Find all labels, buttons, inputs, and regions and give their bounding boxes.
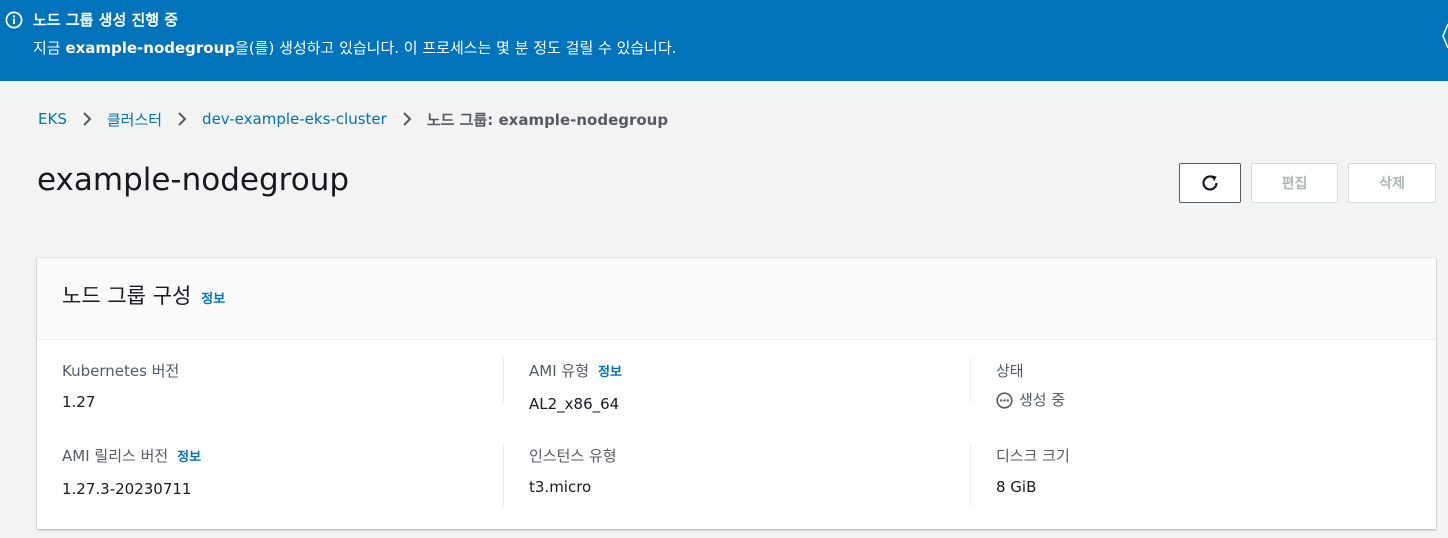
delete-button[interactable]: 삭제 [1348,163,1436,203]
flash-dismiss-edge-icon[interactable] [1442,20,1448,52]
field-ami-release-version: AMI 릴리스 버전 정보 1.27.3-20230711 [62,445,201,500]
column-divider [970,444,971,506]
breadcrumb-eks[interactable]: EKS [38,110,67,128]
field-value: AL2_x86_64 [529,395,620,413]
in-progress-icon [996,391,1013,409]
info-circle-icon [5,11,23,29]
flash-message: 지금 example-nodegroup을(를) 생성하고 있습니다. 이 프로… [33,37,677,59]
breadcrumb: EKS 클러스터 dev-example-eks-cluster 노드 그룹: … [38,108,668,130]
progress-flash-banner: 노드 그룹 생성 진행 중 지금 example-nodegroup을(를) 생… [0,0,1448,81]
field-label: 디스크 크기 [996,447,1070,465]
page-title: example-nodegroup [37,162,350,198]
flash-message-suffix: 을(를) 생성하고 있습니다. 이 프로세스는 몇 분 정도 걸릴 수 있습니다… [235,39,677,57]
panel-title-text: 노드 그룹 구성 [62,284,192,308]
field-label-text: AMI 유형 [529,362,589,380]
field-label: Kubernetes 버전 [62,362,180,380]
panel-header: 노드 그룹 구성 정보 [37,258,1436,340]
flash-message-nodegroup: example-nodegroup [65,39,236,57]
breadcrumb-clusters[interactable]: 클러스터 [107,109,162,130]
field-instance-type: 인스턴스 유형 t3.micro [529,445,617,498]
column-divider [503,358,504,402]
ami-type-info-link[interactable]: 정보 [598,362,622,384]
edit-button[interactable]: 편집 [1251,163,1338,203]
panel-title: 노드 그룹 구성 정보 [62,281,225,315]
status-text: 생성 중 [1019,391,1066,409]
chevron-right-icon [403,112,412,126]
chevron-right-icon [83,112,92,126]
field-value: t3.micro [529,478,592,496]
column-divider [970,358,971,402]
breadcrumb-cluster[interactable]: dev-example-eks-cluster [202,110,387,128]
field-label: 인스턴스 유형 [529,447,617,465]
field-kubernetes-version: Kubernetes 버전 1.27 [62,360,179,413]
refresh-icon [1202,175,1218,191]
breadcrumb-current: 노드 그룹: example-nodegroup [426,110,669,129]
ami-release-info-link[interactable]: 정보 [177,447,201,469]
field-label: AMI 유형 정보 [529,360,622,384]
field-value: 8 GiB [996,478,1037,496]
panel-info-link[interactable]: 정보 [201,285,225,315]
field-label: 상태 [996,362,1024,380]
status-badge: 생성 중 [996,389,1065,411]
flash-message-prefix: 지금 [33,39,61,57]
field-label: AMI 릴리스 버전 정보 [62,445,201,469]
refresh-button[interactable] [1179,163,1241,203]
field-disk-size: 디스크 크기 8 GiB [996,445,1070,498]
field-value: 1.27 [62,393,96,411]
field-ami-type: AMI 유형 정보 AL2_x86_64 [529,360,622,415]
column-divider [503,444,504,506]
field-status: 상태 생성 중 [996,360,1065,411]
field-label-text: AMI 릴리스 버전 [62,447,169,465]
field-value: 1.27.3-20230711 [62,480,192,498]
nodegroup-config-panel: 노드 그룹 구성 정보 Kubernetes 버전 1.27 AMI 유형 정보… [37,258,1436,529]
chevron-right-icon [178,112,187,126]
flash-title: 노드 그룹 생성 진행 중 [33,11,179,29]
